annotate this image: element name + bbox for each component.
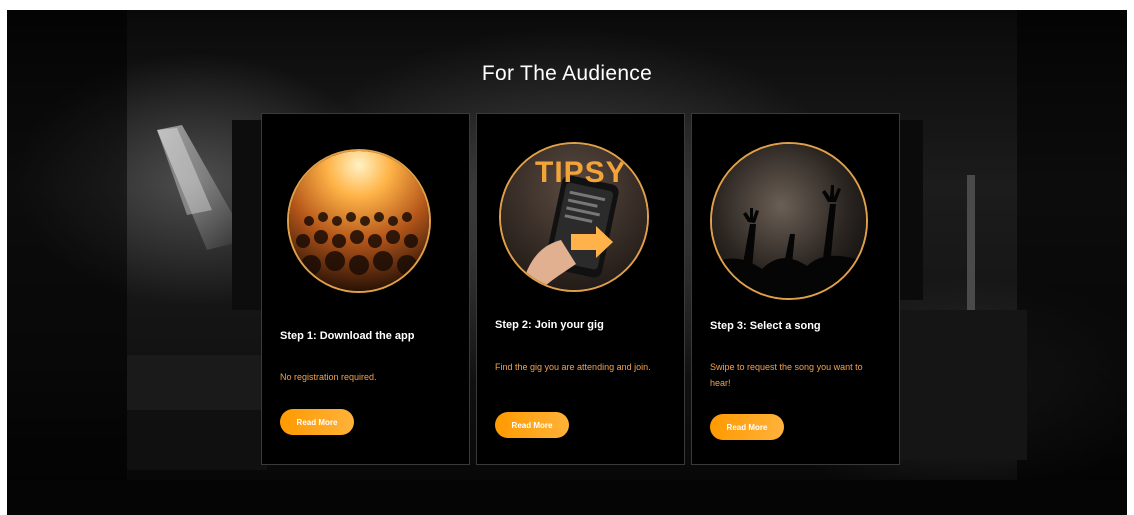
concert-hands-photo-icon: [710, 142, 868, 300]
step-title: Step 1: Download the app: [280, 330, 415, 342]
crowd-photo-icon: [287, 149, 431, 293]
read-more-button[interactable]: Read More: [280, 409, 354, 435]
read-more-button[interactable]: Read More: [495, 412, 569, 438]
step-description: No registration required.: [280, 372, 377, 382]
step-card-2: TIPSY Step 2: Join your gig Find the gig…: [476, 113, 685, 465]
step-card-1: Step 1: Download the app No registration…: [261, 113, 470, 465]
page-frame: For The Audience Step 1: Download the ap…: [0, 0, 1134, 515]
step-description: Swipe to request the song you want to he…: [710, 362, 863, 388]
step-title: Step 3: Select a song: [710, 320, 821, 332]
hero-section: For The Audience Step 1: Download the ap…: [7, 10, 1127, 515]
section-title: For The Audience: [481, 62, 653, 85]
tipsy-logo: TIPSY: [535, 156, 627, 189]
phone-app-photo-icon: TIPSY: [499, 142, 649, 292]
read-more-button[interactable]: Read More: [710, 414, 784, 440]
step-title: Step 2: Join your gig: [495, 319, 604, 331]
step-description: Find the gig you are attending and join.: [495, 362, 651, 372]
step-card-3: Step 3: Select a song Swipe to request t…: [691, 113, 900, 465]
